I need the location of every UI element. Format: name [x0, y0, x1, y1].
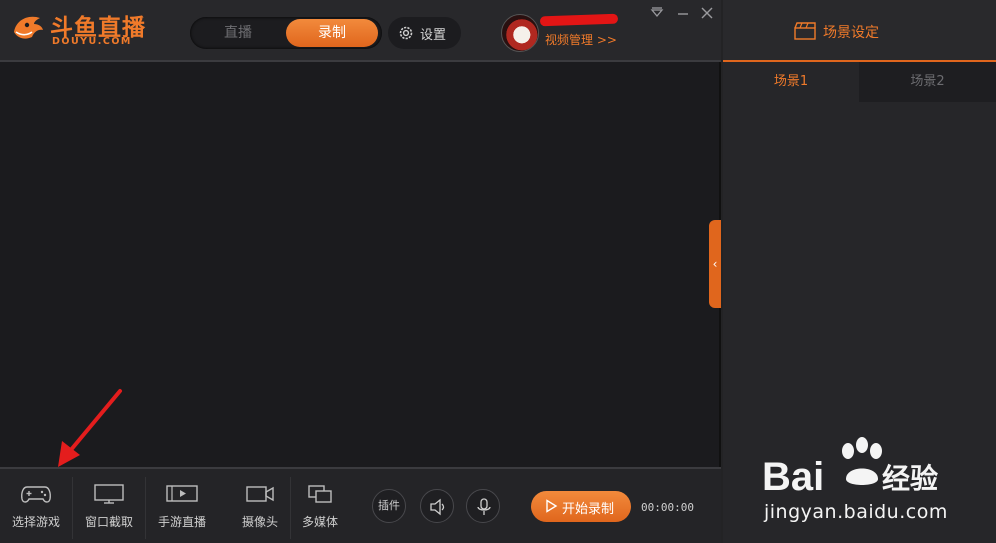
mobile-live-button[interactable]: 手游直播	[146, 469, 218, 543]
fish-logo-icon	[14, 16, 43, 39]
collapse-panel-button[interactable]: ‹	[709, 220, 721, 308]
tab-live[interactable]: 直播	[194, 19, 282, 47]
monitor-icon	[94, 484, 124, 504]
tool-label: 窗口截取	[84, 515, 133, 529]
window-controls	[648, 6, 720, 24]
close-icon[interactable]	[698, 6, 716, 24]
tab-scene-2[interactable]: 场景2	[859, 62, 996, 102]
window-capture-button[interactable]: 窗口截取	[73, 469, 145, 543]
panel-title: 场景设定	[823, 25, 879, 41]
tab-scene-1[interactable]: 场景1	[723, 62, 859, 102]
tool-label: 选择游戏	[11, 515, 60, 529]
media-icon	[308, 485, 332, 503]
camera-icon	[246, 486, 274, 502]
tool-label: 手游直播	[157, 515, 206, 529]
tab-record[interactable]: 录制	[286, 19, 378, 47]
gear-icon	[399, 26, 413, 40]
preview-canvas	[0, 62, 719, 467]
record-timer: 00:00:00	[641, 501, 694, 514]
scene-tabs: 场景1 场景2	[723, 62, 996, 102]
clapperboard-icon	[794, 22, 816, 40]
microphone-button[interactable]	[466, 489, 500, 523]
brand-domain: DOUYU.COM	[52, 36, 132, 47]
tool-label: 多媒体	[301, 515, 338, 529]
play-icon	[546, 499, 558, 513]
phone-play-icon	[166, 485, 198, 502]
dropdown-icon[interactable]	[648, 6, 666, 24]
redacted-username	[539, 13, 619, 27]
plugin-button[interactable]: 插件	[372, 489, 406, 523]
mode-switch: 直播 录制	[190, 17, 382, 49]
speaker-icon	[430, 498, 445, 516]
minimize-icon[interactable]	[674, 6, 692, 24]
camera-button[interactable]: 摄像头	[230, 469, 290, 543]
title-bar: 斗鱼直播 DOUYU.COM 直播 录制 设置 视频管理 >>	[0, 0, 721, 62]
start-record-button[interactable]: 开始录制	[531, 491, 631, 522]
panel-header: 场景设定	[723, 0, 996, 62]
multimedia-button[interactable]: 多媒体	[291, 469, 349, 543]
settings-button[interactable]: 设置	[388, 17, 461, 49]
avatar[interactable]	[501, 14, 539, 52]
microphone-icon	[477, 498, 491, 515]
douyu-app-window: 斗鱼直播 DOUYU.COM 直播 录制 设置 视频管理 >> ‹ 选择游戏 窗…	[0, 0, 996, 543]
douyu-logo: 斗鱼直播 DOUYU.COM	[10, 8, 150, 50]
chevron-left-icon: ‹	[712, 257, 718, 271]
source-toolbar: 选择游戏 窗口截取 手游直播 摄像头 多媒体 插件 开始录制 00:00:00	[0, 467, 721, 543]
speaker-button[interactable]	[420, 489, 454, 523]
start-record-label: 开始录制	[562, 502, 615, 517]
tool-label: 摄像头	[241, 515, 278, 529]
gamepad-icon	[21, 486, 51, 503]
main-area: 斗鱼直播 DOUYU.COM 直播 录制 设置 视频管理 >> ‹ 选择游戏 窗…	[0, 0, 721, 543]
select-game-button[interactable]: 选择游戏	[0, 469, 72, 543]
scene-panel: 场景设定 场景1 场景2	[723, 0, 996, 543]
settings-label: 设置	[420, 28, 447, 43]
video-manage-link[interactable]: 视频管理 >>	[545, 31, 617, 48]
